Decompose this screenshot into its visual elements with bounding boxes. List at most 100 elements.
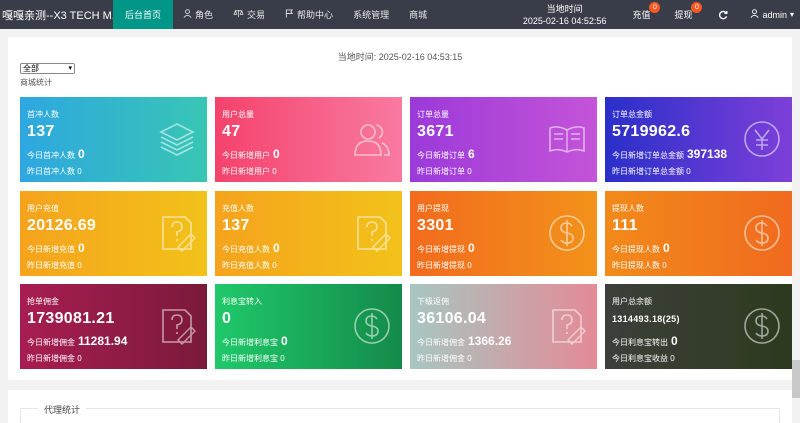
stat-card-title: 下级返佣 <box>417 297 449 306</box>
nav-roles-label: 角色 <box>195 10 214 20</box>
question-icon <box>352 213 392 253</box>
layers-icon <box>157 119 197 159</box>
question-icon <box>157 213 197 253</box>
stat-card[interactable]: 订单总金额 5719962.6 今日新增订单总金额 397138 昨日新增订单总金额 0 <box>605 97 792 182</box>
withdraw-link[interactable]: 提现 0 <box>662 0 704 29</box>
stat-card-yesterday: 昨日提现人数 0 <box>612 261 667 270</box>
stat-card-value: 1314493.18(25) <box>612 314 680 324</box>
stat-card-yesterday: 昨日首冲人数 0 <box>27 167 82 176</box>
stat-card-today-value: 0 <box>663 241 670 255</box>
nav-help-label: 帮助中心 <box>297 10 334 20</box>
agent-stats-panel: 代理统计 <box>8 390 792 423</box>
question-icon <box>547 306 587 346</box>
nav-dashboard[interactable]: 后台首页 <box>113 0 174 29</box>
stat-card[interactable]: 用户充值 20126.69 今日新增充值 0 昨日新增充值 0 <box>20 191 207 276</box>
stat-card-today: 今日新增订单 6 <box>417 147 475 161</box>
agent-stats-title: 代理统计 <box>38 403 87 416</box>
nav-system[interactable]: 系统管理 <box>343 0 399 29</box>
stat-card-yesterday: 昨日新增订单 0 <box>417 167 472 176</box>
clock-time: 2025-02-16 04:52:56 <box>522 15 607 26</box>
nav-mall[interactable]: 商城 <box>399 0 437 29</box>
stat-card-today: 今日新增佣金 1366.26 <box>417 334 511 348</box>
user-name: admin <box>762 9 787 20</box>
stat-card-today-value: 1366.26 <box>468 334 512 348</box>
stat-card-value: 137 <box>222 217 250 234</box>
nav-help[interactable]: 帮助中心 <box>275 0 343 29</box>
stat-card-today-value: 6 <box>468 147 475 161</box>
stat-card-title: 用户提现 <box>417 204 449 213</box>
dollar-icon <box>547 213 587 253</box>
stat-card-value: 3301 <box>417 217 454 234</box>
stat-card-title: 用户充值 <box>27 204 59 213</box>
user-icon <box>183 9 192 20</box>
stat-card-today-label: 今日提现人数 <box>612 245 660 254</box>
stat-card-today-label: 今日新增佣金 <box>417 338 465 347</box>
dashboard-panel: 当地时间: 2025-02-16 04:53:15 全部 ▾ 商城统计 首冲人数… <box>8 37 792 380</box>
stat-card[interactable]: 用户总余额 1314493.18(25) 今日利息宝转出 0 今日利息宝收益 0 <box>605 284 792 369</box>
top-navbar: 嘎嘎亲测--X3 TECH M... 后台首页 角色 交易 帮助中心 系统管理 … <box>0 0 800 29</box>
book-icon <box>547 119 587 159</box>
stat-card-today: 今日新增提现 0 <box>417 241 475 255</box>
stat-card[interactable]: 用户总量 47 今日新增用户 0 昨日新增用户 0 <box>215 97 402 182</box>
stat-card[interactable]: 首冲人数 137 今日首冲人数 0 昨日首冲人数 0 <box>20 97 207 182</box>
dollar-icon <box>742 213 782 253</box>
question-icon <box>157 306 197 346</box>
stat-card-value: 5719962.6 <box>612 123 691 140</box>
stat-card[interactable]: 提现人数 111 今日提现人数 0 昨日提现人数 0 <box>605 191 792 276</box>
refresh-icon[interactable] <box>704 0 742 29</box>
stat-card[interactable]: 用户提现 3301 今日新增提现 0 昨日新增提现 0 <box>410 191 597 276</box>
stat-card-today-label: 今日利息宝转出 <box>612 338 668 347</box>
nav-trade-label: 交易 <box>247 10 266 20</box>
dollar-icon <box>742 306 782 346</box>
recharge-link[interactable]: 充值 0 <box>620 0 662 29</box>
dollar-icon <box>352 306 392 346</box>
stat-card-value: 36106.04 <box>417 310 487 327</box>
stat-card-value: 20126.69 <box>27 217 97 234</box>
header-clock: 当地时间 2025-02-16 04:52:56 <box>509 3 621 27</box>
stat-card[interactable]: 下级返佣 36106.04 今日新增佣金 1366.26 昨日新增佣金 0 <box>410 284 597 369</box>
withdraw-label: 提现 <box>674 10 693 20</box>
stat-card[interactable]: 订单总量 3671 今日新增订单 6 昨日新增订单 0 <box>410 97 597 182</box>
stat-card-value: 3671 <box>417 123 454 140</box>
stat-card-title: 订单总量 <box>417 110 449 119</box>
stat-card-today: 今日新增充值 0 <box>27 241 85 255</box>
stat-card[interactable]: 利息宝转入 0 今日新增利息宝 0 昨日新增利息宝 0 <box>215 284 402 369</box>
stat-card-today-label: 今日首冲人数 <box>27 151 75 160</box>
stat-card-value: 111 <box>612 217 638 234</box>
stat-card-today: 今日利息宝转出 0 <box>612 334 678 348</box>
user-menu[interactable]: admin ▾ <box>742 0 800 29</box>
stat-card-yesterday: 昨日充值人数 0 <box>222 261 277 270</box>
stat-card-title: 用户总量 <box>222 110 254 119</box>
agent-stats-box <box>20 408 780 423</box>
stat-card-yesterday: 昨日新增充值 0 <box>27 261 82 270</box>
stat-card-yesterday: 昨日新增用户 0 <box>222 167 277 176</box>
stat-card-yesterday: 昨日新增佣金 0 <box>27 354 82 363</box>
stat-card-value: 137 <box>27 123 55 140</box>
stat-card-today-value: 0 <box>468 241 475 255</box>
filter-selected-value: 全部 <box>23 64 39 73</box>
nav-trade[interactable]: 交易 <box>223 0 275 29</box>
stat-card-title: 提现人数 <box>612 204 644 213</box>
stat-card-today: 今日新增用户 0 <box>222 147 280 161</box>
scrollbar-thumb[interactable] <box>792 360 800 398</box>
stat-card-today-label: 今日新增提现 <box>417 245 465 254</box>
stat-card-today-label: 今日新增充值 <box>27 245 75 254</box>
stat-card[interactable]: 充值人数 137 今日充值人数 0 昨日充值人数 0 <box>215 191 402 276</box>
stat-card-yesterday: 昨日新增利息宝 0 <box>222 354 285 363</box>
local-time: 当地时间: 2025-02-16 04:53:15 <box>337 52 463 62</box>
nav-dashboard-label: 后台首页 <box>125 10 162 20</box>
stat-card-title: 用户总余额 <box>612 297 652 306</box>
clock-label: 当地时间 <box>546 3 583 14</box>
stat-card-yesterday: 昨日新增订单总金额 0 <box>612 167 691 176</box>
stat-card[interactable]: 抢单佣金 1739081.21 今日新增佣金 11281.94 昨日新增佣金 0 <box>20 284 207 369</box>
stat-card-today-label: 今日新增订单 <box>417 151 465 160</box>
stat-card-value: 47 <box>222 123 241 140</box>
stat-card-title: 首冲人数 <box>27 110 59 119</box>
stat-card-today-value: 0 <box>78 241 85 255</box>
stat-card-today-label: 今日充值人数 <box>222 245 270 254</box>
stat-card-today-value: 0 <box>273 241 280 255</box>
nav-system-label: 系统管理 <box>353 10 390 20</box>
nav-roles[interactable]: 角色 <box>173 0 223 29</box>
stat-card-yesterday: 今日利息宝收益 0 <box>612 354 675 363</box>
filter-select[interactable]: 全部 ▾ <box>20 63 75 74</box>
